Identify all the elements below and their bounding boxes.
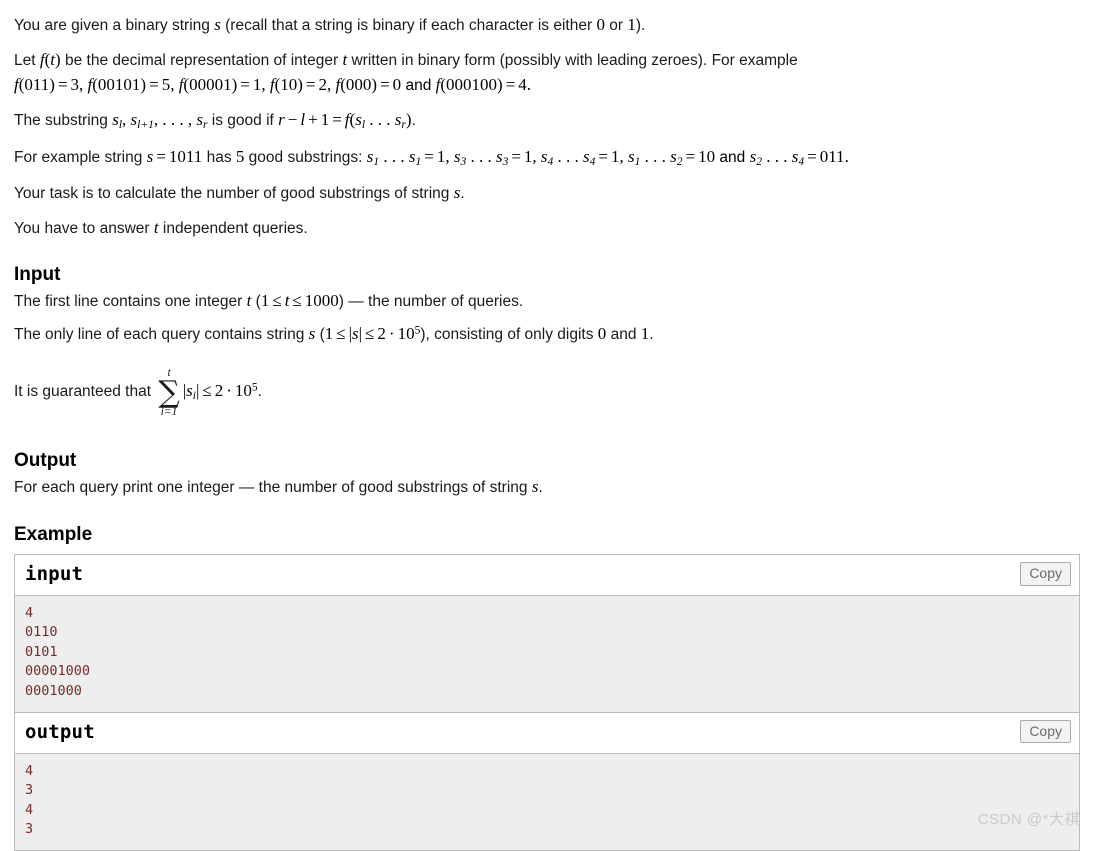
input-section-heading: Input — [14, 264, 61, 286]
input-l3-text-2: . — [257, 382, 262, 400]
p3-text-3: . — [411, 111, 416, 129]
input-l2-text-5: . — [649, 325, 654, 343]
sum-lower-limit: i=1 — [160, 406, 178, 419]
example-section-heading: Example — [14, 524, 93, 546]
p4-string-eq: s = 1011 — [146, 146, 203, 166]
input-l3-constraint: |si| ≤2 · 105 — [182, 380, 258, 402]
statement-paragraph-6: You have to answer t independent queries… — [14, 211, 1080, 245]
sigma-glyph: ∑ — [158, 374, 180, 410]
sample-output-content: 4 3 4 3 — [25, 762, 34, 838]
sample-output-body: 4 3 4 3 — [15, 753, 1079, 850]
sample-test-output: output Copy 4 3 4 3 — [14, 711, 1080, 851]
input-line-3: It is guaranteed that t ∑ i=1 |si| ≤2 · 105. — [14, 352, 1080, 432]
p1-text-3: or — [604, 17, 628, 34]
p3-formula: sl, sl+1, . . . , sr — [112, 109, 208, 132]
p5-text-2: . — [460, 185, 465, 203]
p5-text-1: Your task is to calculate the number of … — [14, 185, 454, 203]
p4-text-3: good substrings: — [244, 148, 367, 166]
p1-digit-zero: 0 — [596, 15, 605, 34]
p4-text-1: For example string — [14, 148, 147, 166]
output-line-1: For each query print one integer — the n… — [14, 474, 1080, 503]
sample-test-input: input Copy 4 0110 0101 00001000 0001000 — [14, 553, 1080, 712]
statement-paragraph-5: Your task is to calculate the number of … — [14, 176, 1080, 210]
p2-text-2: be the decimal representation of integer — [60, 51, 343, 69]
p3-text-1: The substring — [14, 111, 113, 129]
output-l1-text-1: For each query print one integer — the n… — [14, 479, 532, 497]
p4-text-2: has — [202, 148, 236, 166]
p2-text-1: Let — [14, 51, 40, 69]
p1-text-2: (recall that a string is binary if each … — [220, 17, 597, 34]
input-l1-text-3: ) — the number of queries. — [338, 292, 524, 310]
input-l2-text-1: The only line of each query contains str… — [14, 325, 309, 343]
statement-paragraph-3: The substring sl, sl+1, . . . , sr is go… — [14, 103, 1080, 139]
sample-input-title: input — [25, 562, 84, 585]
sample-output-title: output — [25, 720, 95, 743]
input-line-2: The only line of each query contains str… — [14, 317, 1080, 351]
input-l2-text-2: ( — [315, 325, 325, 343]
statement-paragraph-2-formulas: f(011) = 3, f(00101) = 5, f(00001) = 1, f(10) =… — [14, 74, 1080, 102]
p1-digit-one: 1 — [627, 15, 636, 34]
copy-input-button[interactable]: Copy — [1020, 561, 1071, 586]
p2-formula-row: f(011) = 3, f(00101) = 5, f(00001) = 1, f(10) =… — [14, 74, 532, 94]
input-l1-constraint: 1 ≤ t ≤1000 — [260, 290, 339, 310]
input-l3-text-1: It is guaranteed that — [14, 382, 156, 400]
p4-substrings-list: s1 . . . s1 = 1, s3 . . . s3 = 1, s4 . . . s… — [366, 146, 849, 168]
input-l2-digit-1: 1 — [640, 323, 650, 343]
input-l2-text-3: ), consisting of only digits — [420, 325, 598, 343]
p3-text-2: is good if — [207, 111, 279, 129]
input-l2-text-4: and — [606, 325, 641, 343]
sample-input-content: 4 0110 0101 00001000 0001000 — [25, 604, 91, 699]
input-line-1: The first line contains one integer t (1… — [14, 288, 1080, 317]
sample-input-body: 4 0110 0101 00001000 0001000 — [15, 595, 1079, 712]
input-l2-constraint: 1 ≤ |s| ≤2 · 105 — [324, 323, 421, 343]
sample-input-header: input Copy — [15, 554, 1079, 596]
copy-output-button[interactable]: Copy — [1020, 719, 1071, 744]
p3-formula-2: r − l +1 = f(sl . . . sr) — [278, 109, 412, 132]
output-l1-text-2: . — [538, 479, 543, 497]
p1-var-s: s — [214, 15, 221, 34]
output-section-heading: Output — [14, 450, 77, 472]
statement-paragraph-1: You are given a binary string s (recall … — [14, 8, 1080, 42]
sample-output-header: output Copy — [15, 712, 1079, 754]
input-l1-text-1: The first line contains one integer — [14, 292, 247, 310]
statement-paragraph-2: Let f(t) be the decimal representation o… — [14, 43, 1080, 77]
p1-text-4: ). — [635, 17, 646, 34]
summation-symbol: t ∑ i=1 — [158, 367, 179, 419]
problem-statement-page: You are given a binary string s (recall … — [0, 0, 1094, 851]
p2-text-3: written in binary form (possibly with le… — [347, 51, 798, 69]
p1-text-1: You are given a binary string — [14, 17, 215, 34]
statement-paragraph-4: For example string s = 1011 has 5 good sub… — [14, 140, 1080, 176]
p6-text-1: You have to answer — [14, 220, 154, 238]
input-l1-text-2: ( — [251, 292, 261, 310]
p6-text-2: independent queries. — [158, 220, 308, 238]
